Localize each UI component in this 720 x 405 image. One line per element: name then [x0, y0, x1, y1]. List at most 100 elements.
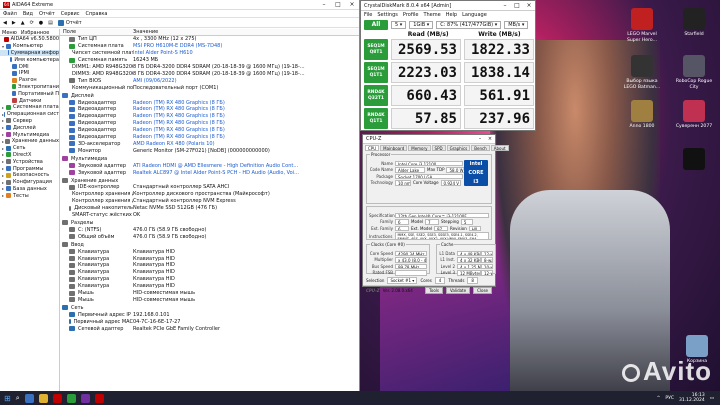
cdm-titlebar[interactable]: CrystalDiskMark 8.0.4 x64 [Admin] – □ × [361, 1, 535, 11]
value-cell[interactable]: Realtek ALC897 @ Intel Alder Point-S PCH… [133, 170, 359, 176]
tree-item[interactable]: AIDA64 v6.50.5800 [0, 36, 59, 43]
tree-item[interactable]: ▸ Сервер [0, 118, 59, 125]
value-cell[interactable]: ATI Radeon HDMI @ AMD Ellesmere - High D… [133, 163, 359, 169]
value-cell[interactable]: Radeon (TM) RX 480 Graphics (8 ГБ) [133, 113, 359, 119]
back-icon[interactable]: ◀ [3, 20, 7, 26]
tree-item[interactable]: Портативный П [0, 90, 59, 97]
value-cell[interactable]: Radeon (TM) RX 480 Graphics (8 ГБ) [133, 134, 359, 140]
desktop-shortcut[interactable]: LEGO Marvel Super Hero... [620, 8, 664, 43]
refresh-icon[interactable]: ⟳ [30, 20, 34, 26]
value-cell[interactable]: MSI PRO H610M-E DDR4 (MS-7D48) [133, 43, 359, 49]
taskbar-app-icon[interactable] [66, 393, 76, 403]
cdm-menu-item[interactable]: File [364, 12, 372, 18]
search-icon[interactable]: ⌕ [16, 394, 20, 403]
close-icon[interactable]: × [485, 136, 495, 142]
cdm-menu-item[interactable]: Settings [377, 12, 398, 18]
tree-item[interactable]: ▸ Дисплей [0, 124, 59, 131]
taskbar-app-icon[interactable] [80, 393, 90, 403]
tree-item[interactable]: ▸ Безопасность [0, 172, 59, 179]
value-cell[interactable]: Radeon (TM) RX 480 Graphics (8 ГБ) [133, 106, 359, 112]
cpuz-tab[interactable]: Memory [408, 145, 431, 151]
test-button[interactable]: RND4K Q32T1 [364, 85, 388, 106]
menu-item[interactable]: Справка [85, 11, 107, 17]
tree-item[interactable]: Разгон [0, 77, 59, 84]
cdm-menu-item[interactable]: Profile [403, 12, 419, 18]
desktop-shortcut[interactable]: Anno 1800 [620, 100, 664, 130]
up-icon[interactable]: ▲ [21, 20, 25, 26]
minimize-icon[interactable]: – [499, 2, 511, 9]
desktop-shortcut[interactable]: RoboCop Rogue City [672, 55, 716, 90]
value-cell[interactable]: AMI (09/06/2022) [133, 78, 359, 84]
value-cell[interactable]: Radeon (TM) RX 480 Graphics (8 ГБ) [133, 127, 359, 133]
menu-item[interactable]: Сервис [61, 11, 80, 17]
maximize-icon[interactable]: □ [331, 1, 345, 8]
desktop-shortcut[interactable]: Starfield [672, 8, 716, 38]
menu-item[interactable]: Файл [3, 11, 17, 17]
value-cell[interactable]: AMD Radeon RX 480 (Polaris 10) [133, 141, 359, 147]
cpuz-tab[interactable]: About [490, 145, 509, 151]
user-icon[interactable]: ● [39, 20, 43, 26]
desktop-shortcut[interactable] [672, 148, 716, 172]
taskbar-app-icon[interactable] [38, 393, 48, 403]
minimize-icon[interactable]: – [317, 1, 331, 8]
close-button[interactable]: Close [473, 287, 492, 294]
tree-item[interactable]: Датчики [0, 97, 59, 104]
taskbar-app-icon[interactable] [52, 393, 62, 403]
aida64-titlebar[interactable]: 64 AIDA64 Extreme – □ × [0, 0, 359, 10]
tree-item[interactable]: ▸ Хранение данных [0, 138, 59, 145]
cpuz-titlebar[interactable]: CPU-Z – × [363, 135, 495, 144]
tree-item[interactable]: Суммарная инфор [0, 49, 59, 57]
desktop-shortcut[interactable]: Выбор языка LEGO Batman... [620, 55, 664, 90]
minimize-icon[interactable]: – [475, 136, 485, 142]
cdm-menu-item[interactable]: Help [446, 12, 457, 18]
cdm-menu-item[interactable]: Language [462, 12, 487, 18]
tree-item[interactable]: ▸ Тесты [0, 192, 59, 199]
column-field[interactable]: Поле [60, 29, 133, 35]
tree-item[interactable]: ▸ Мультимедиа [0, 131, 59, 138]
cpuz-tab[interactable]: SPD [431, 145, 446, 151]
clock[interactable]: 16:13 31.12.2024 [679, 393, 705, 403]
cdm-menu-item[interactable]: Theme [423, 12, 440, 18]
tree-item[interactable]: Имя компьютера [0, 56, 59, 63]
all-button[interactable]: All [364, 19, 388, 30]
forward-icon[interactable]: ▶ [12, 20, 16, 26]
value-cell[interactable]: Radeon (TM) RX 480 Graphics (8 ГБ) [133, 100, 359, 106]
tree-item[interactable]: DMI [0, 63, 59, 70]
tree-item[interactable]: ▸ Конфигурация [0, 179, 59, 186]
tree-item[interactable]: ▸ Сеть [0, 145, 59, 152]
graph-icon[interactable]: ▤ [48, 20, 53, 26]
selection-select[interactable]: Socket #1 ▾ [387, 277, 418, 284]
tree-item[interactable]: ▸ Устройства [0, 158, 59, 165]
menu-item[interactable]: Отчёт [39, 11, 55, 17]
start-icon[interactable]: ⊞ [4, 394, 11, 403]
chevron-up-icon[interactable]: ^ [657, 396, 661, 401]
report-button[interactable]: Отчёт [57, 19, 82, 26]
cpuz-tab[interactable]: Mainboard [380, 145, 408, 151]
tree-item[interactable]: ▾ Компьютер [0, 43, 59, 50]
tab-favorites[interactable]: Избранное [21, 30, 49, 36]
close-icon[interactable]: × [523, 2, 535, 9]
maximize-icon[interactable]: □ [511, 2, 523, 9]
tools-button[interactable]: Tools [425, 287, 443, 294]
cpuz-tab[interactable]: CPU [365, 145, 380, 151]
tree-item[interactable]: ▸ Операционная сист [0, 111, 59, 118]
count-select[interactable]: 5 ▾ [391, 20, 407, 29]
test-button[interactable]: RND4K Q1T1 [364, 108, 388, 129]
menu-item[interactable]: Вид [23, 11, 33, 17]
value-cell[interactable]: Radeon (TM) RX 480 Graphics (8 ГБ) [133, 120, 359, 126]
tree-item[interactable]: ▸ База данных [0, 186, 59, 193]
size-select[interactable]: 1GiB ▾ [409, 20, 434, 29]
tab-menu[interactable]: Меню [2, 30, 17, 36]
desktop-shortcut[interactable]: Суверенн 2077 [672, 100, 716, 130]
cpuz-tab[interactable]: Graphics [446, 145, 471, 151]
unit-select[interactable]: MB/s ▾ [504, 20, 529, 29]
tree-item[interactable]: ▸ Системная плата [0, 104, 59, 111]
language-indicator[interactable]: РУС [665, 396, 674, 401]
cpuz-tab[interactable]: Bench [471, 145, 490, 151]
drive-select[interactable]: C: 87% (417/477GiB) ▾ [436, 20, 502, 29]
tree-item[interactable]: IPMI [0, 70, 59, 77]
tree-item[interactable]: Электропитани [0, 84, 59, 91]
tree-item[interactable]: ▸ Программы [0, 165, 59, 172]
taskbar-app-icon[interactable] [24, 393, 34, 403]
value-cell[interactable]: Intel Alder Point-S H610 [133, 50, 359, 56]
